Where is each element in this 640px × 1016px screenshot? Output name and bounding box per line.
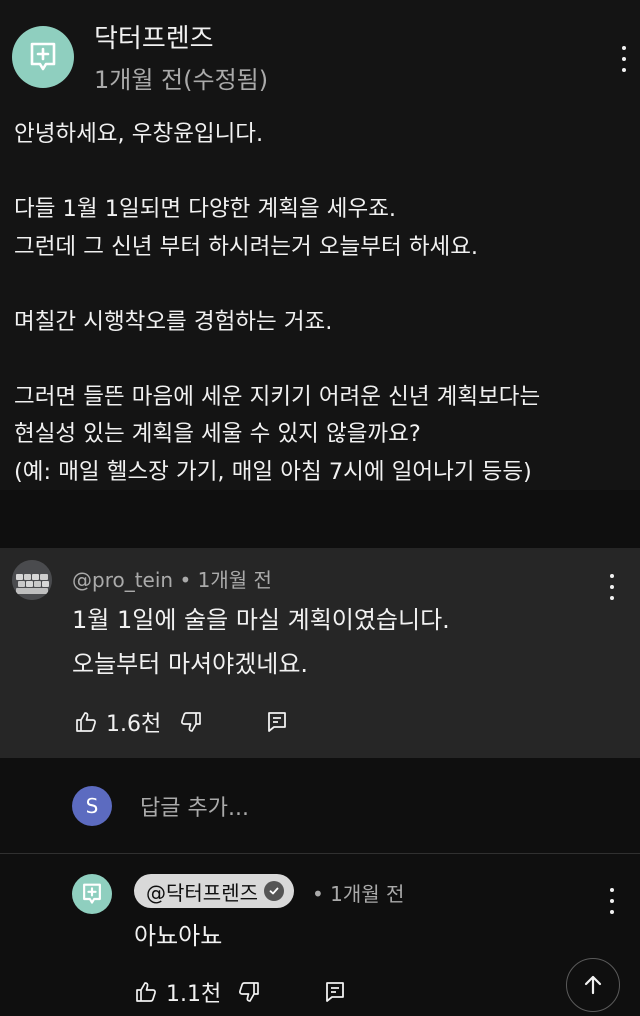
- comment-text: 1월 1일에 술을 마실 계획이였습니다. 오늘부터 마셔야겠네요.: [72, 598, 450, 686]
- comment-actions: 1.6천: [74, 706, 289, 738]
- like-count: 1.1천: [166, 982, 222, 1007]
- plus-chat-icon: [30, 42, 56, 71]
- commenter-avatar[interactable]: [12, 560, 52, 600]
- verified-icon: [264, 881, 284, 901]
- scroll-to-top-button[interactable]: [566, 958, 620, 1012]
- post-line: 안녕하세요, 우창윤입니다.: [14, 121, 264, 147]
- add-reply-input[interactable]: 답글 추가...: [140, 790, 249, 822]
- comment-line: 오늘부터 마셔야겠네요.: [72, 650, 309, 678]
- channel-name[interactable]: 닥터프렌즈: [94, 18, 214, 55]
- like-icon[interactable]: [134, 980, 158, 1004]
- comment-line: 1월 1일에 술을 마실 계획이였습니다.: [72, 606, 450, 634]
- post-timestamp: 1개월 전(수정됨): [94, 66, 269, 94]
- comment-more-icon[interactable]: [602, 570, 622, 604]
- dislike-icon[interactable]: [237, 980, 261, 1004]
- add-reply-row[interactable]: S 답글 추가...: [0, 760, 640, 852]
- creator-reply: @닥터프렌즈 • 1개월 전 아뇨아뇨 1.1천: [0, 854, 640, 1016]
- post-line: 현실성 있는 계획을 세울 수 있지 않을까요?: [14, 421, 421, 447]
- community-post: 닥터프렌즈 1개월 전(수정됨) 안녕하세요, 우창윤입니다. 다들 1월 1일…: [0, 0, 640, 490]
- post-line: 그런데 그 신년 부터 하시려는거 오늘부터 하세요.: [14, 233, 479, 260]
- post-body: 안녕하세요, 우창윤입니다. 다들 1월 1일되면 다양한 계획을 세우죠. 그…: [14, 116, 626, 491]
- channel-avatar[interactable]: [12, 26, 74, 88]
- comment-thread: @pro_tein • 1개월 전 1월 1일에 술을 마실 계획이였습니다. …: [0, 548, 640, 758]
- reply-icon[interactable]: [265, 710, 289, 734]
- reply-more-icon[interactable]: [602, 884, 622, 918]
- post-line: 다들 1월 1일되면 다양한 계획을 세우죠.: [14, 196, 397, 222]
- reply-actions: 1.1천: [134, 976, 347, 1008]
- creator-name: @닥터프렌즈: [146, 880, 258, 905]
- creator-avatar[interactable]: [72, 874, 112, 914]
- post-line: 그러면 들뜬 마음에 세운 지키기 어려운 신년 계획보다는: [14, 383, 541, 410]
- post-more-icon[interactable]: [614, 42, 634, 76]
- plus-chat-icon: [83, 883, 101, 904]
- like-count: 1.6천: [106, 712, 162, 737]
- post-line: (예: 매일 헬스장 가기, 매일 아침 7시에 일어나기 등등): [14, 458, 532, 485]
- reply-text: 아뇨아뇨: [134, 922, 223, 950]
- arrow-up-icon: [584, 975, 602, 995]
- dislike-icon[interactable]: [179, 710, 203, 734]
- post-line: 며칠간 시행착오를 경험하는 거죠.: [14, 308, 333, 335]
- like-icon[interactable]: [74, 710, 98, 734]
- user-avatar: S: [72, 786, 112, 826]
- reply-icon[interactable]: [323, 980, 347, 1004]
- reply-timestamp: • 1개월 전: [312, 882, 405, 906]
- comment-meta: @pro_tein • 1개월 전: [72, 568, 272, 592]
- creator-name-badge[interactable]: @닥터프렌즈: [134, 874, 294, 908]
